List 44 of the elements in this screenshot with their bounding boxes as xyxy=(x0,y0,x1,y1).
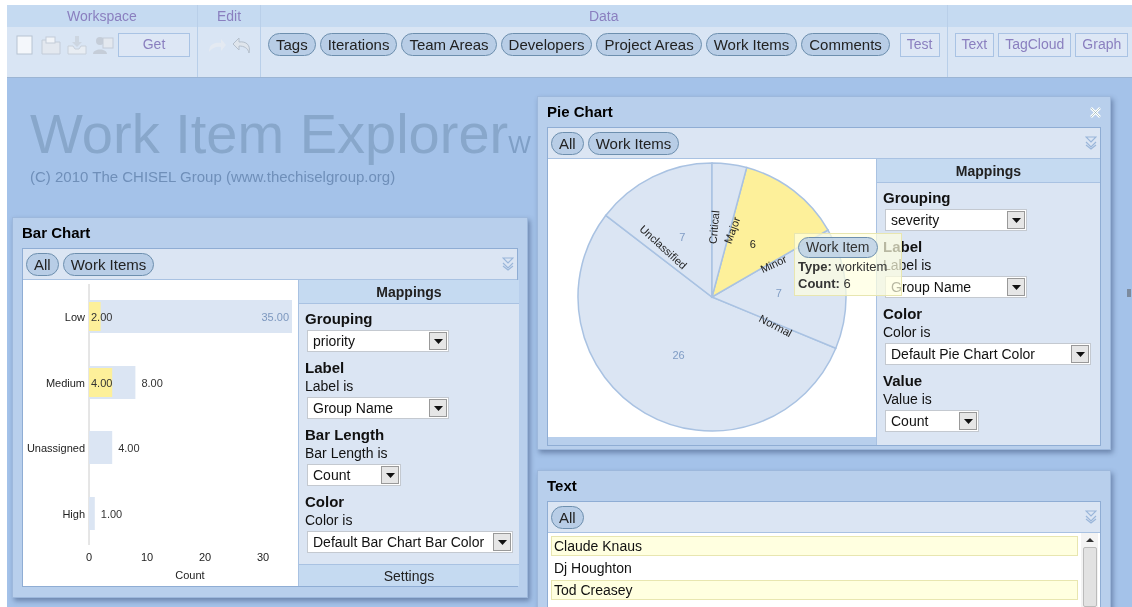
value-label: 6 xyxy=(749,237,756,250)
axis-tick-label: 30 xyxy=(256,551,270,563)
section-title: Edit xyxy=(216,6,242,26)
field-caption: Value is xyxy=(883,390,933,408)
value-label: 4.00 xyxy=(118,442,140,454)
axis-tick-label: 10 xyxy=(140,551,154,563)
field-caption: Color is xyxy=(305,511,354,529)
axis-title: Count xyxy=(175,569,205,581)
window-title: Bar Chart xyxy=(22,222,91,243)
value-label: 7 xyxy=(775,286,782,299)
tooltip-text: Count: 6 xyxy=(798,275,851,292)
field-heading: Color xyxy=(883,304,924,323)
panel-header: Mappings xyxy=(877,159,1100,183)
window-title: Pie Chart xyxy=(547,101,613,122)
field-caption: Bar Length is xyxy=(305,444,389,462)
field-caption: Color is xyxy=(883,323,932,341)
field-heading: Label xyxy=(305,358,346,377)
field-heading: Value xyxy=(883,371,924,390)
section-title: Workspace xyxy=(67,6,137,26)
value-label: 2.00 xyxy=(91,311,113,323)
section-title: Data xyxy=(588,6,619,26)
category-label: Low xyxy=(64,311,85,323)
slice-label: Minor xyxy=(758,252,789,276)
tooltip-title: Work Item xyxy=(798,237,878,258)
axis-tick-label: 0 xyxy=(85,551,93,563)
field-heading: Grouping xyxy=(883,188,952,207)
field-heading: Bar Length xyxy=(305,425,386,444)
axis-tick-label: 20 xyxy=(198,551,212,563)
field-heading: Grouping xyxy=(305,309,374,328)
field-heading: Color xyxy=(305,492,346,511)
panel-header: Mappings xyxy=(299,280,519,304)
value-label: 26 xyxy=(672,349,685,361)
category-label: Medium xyxy=(45,377,85,389)
value-label: 4.00 xyxy=(91,377,113,389)
window-title: Text xyxy=(547,475,577,496)
value-label: 1.00 xyxy=(100,508,123,520)
field-heading: Label xyxy=(883,237,924,256)
field-caption: Label is xyxy=(305,377,355,395)
category-label: Unassigned xyxy=(26,442,85,454)
value-label: 35.00 xyxy=(261,311,289,323)
category-label: High xyxy=(62,508,85,520)
slice-label: Critical xyxy=(706,209,722,245)
slice-label: Major xyxy=(721,215,743,246)
value-label: 8.00 xyxy=(141,377,163,389)
